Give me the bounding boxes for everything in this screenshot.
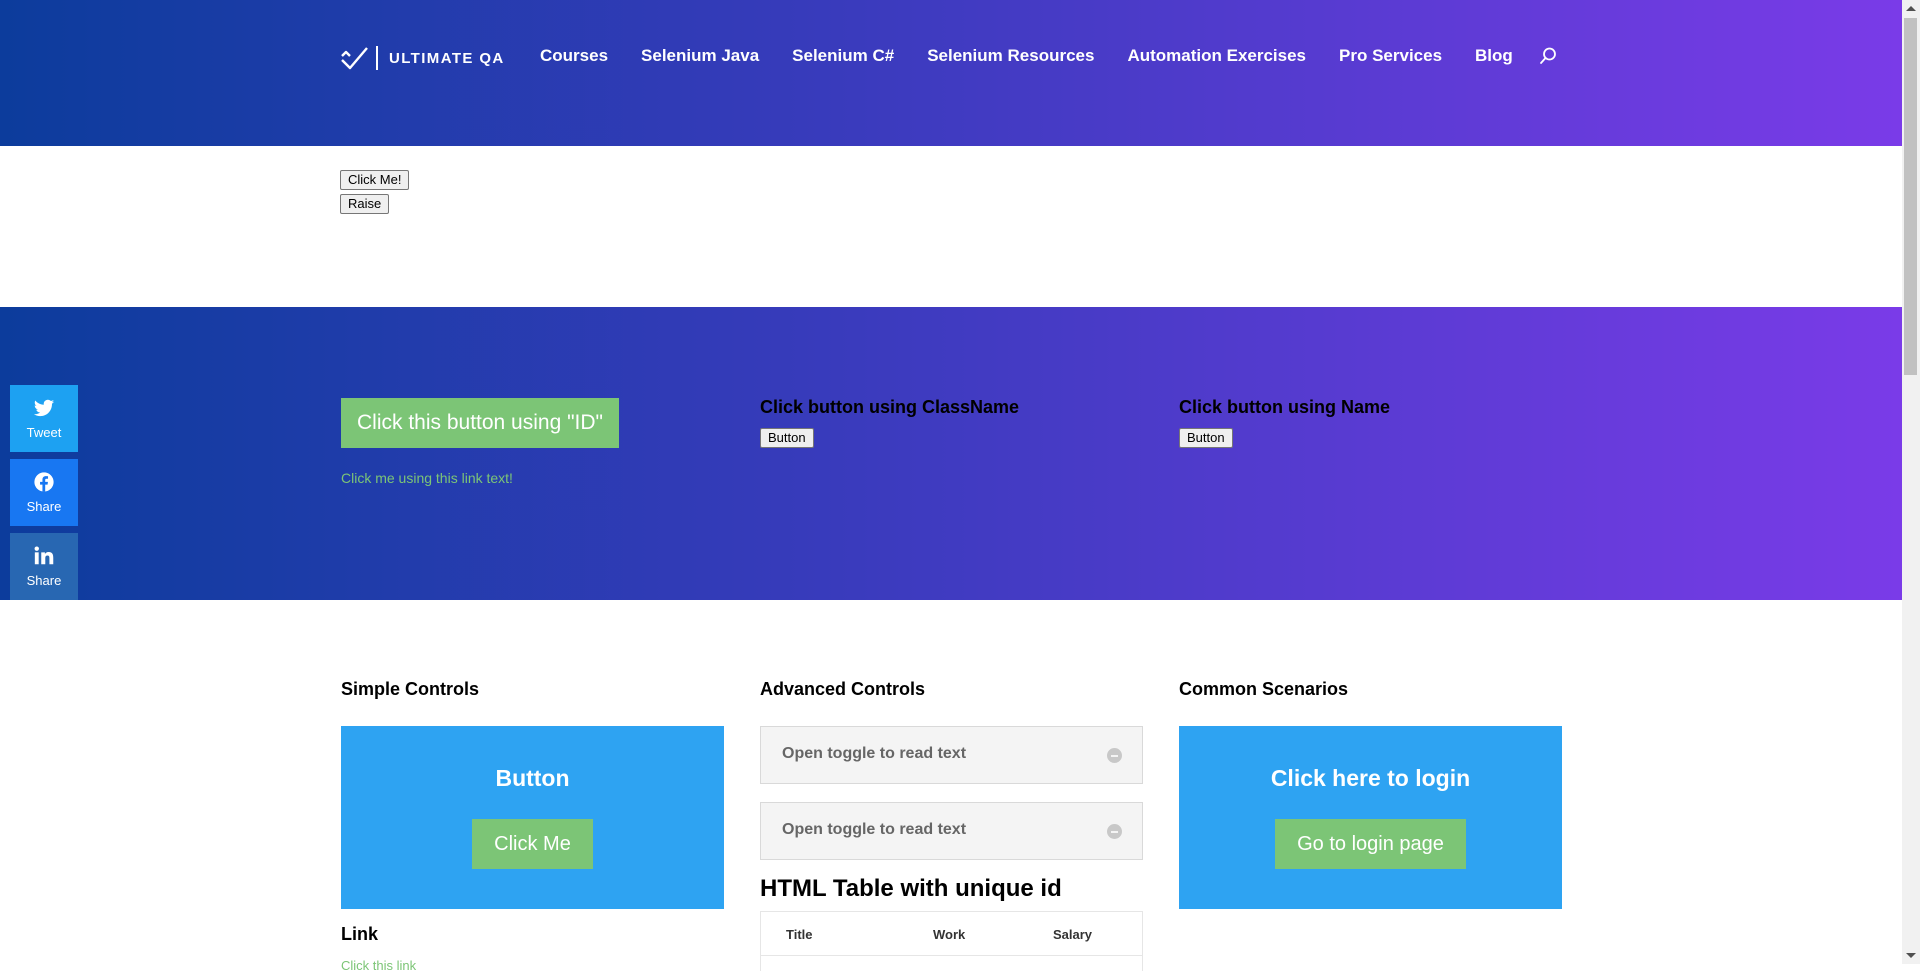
tweet-share-button[interactable]: Tweet — [10, 385, 78, 452]
facebook-share-button[interactable]: Share — [10, 459, 78, 526]
nav-pro-services[interactable]: Pro Services — [1339, 46, 1442, 66]
twitter-icon — [33, 399, 55, 417]
nav-blog[interactable]: Blog — [1475, 46, 1513, 66]
table-heading: HTML Table with unique id — [760, 875, 1062, 902]
page-scrollbar[interactable] — [1902, 0, 1920, 964]
link-heading: Link — [341, 924, 379, 944]
button-examples-section — [0, 307, 1902, 600]
simple-controls-title: Simple Controls — [341, 679, 480, 699]
toggle-label: Open toggle to read text — [782, 821, 967, 838]
button-card-title: Button — [495, 765, 570, 791]
table-header-salary: Salary — [1053, 927, 1093, 942]
toggle-label: Open toggle to read text — [782, 745, 967, 762]
share-label: Share — [26, 499, 62, 514]
scroll-down-arrow-icon[interactable] — [1906, 953, 1916, 958]
html-table: Title Work Salary — [760, 911, 1143, 971]
go-to-login-button[interactable]: Go to login page — [1275, 819, 1466, 869]
button-card: Button Click Me — [341, 726, 724, 909]
id-button[interactable]: Click this button using "ID" — [341, 398, 619, 448]
linkedin-share-button[interactable]: Share — [10, 533, 78, 600]
name-button[interactable]: Button — [1179, 428, 1233, 448]
click-this-link[interactable]: Click this link — [341, 958, 416, 973]
toggle-minus-icon — [1107, 824, 1122, 839]
site-header: ULTIMATE QA Courses Selenium Java Seleni… — [0, 0, 1902, 146]
facebook-icon — [34, 472, 54, 492]
nav-courses[interactable]: Courses — [540, 46, 608, 66]
advanced-controls-title: Advanced Controls — [760, 679, 926, 699]
nav-selenium-resources[interactable]: Selenium Resources — [927, 46, 1094, 66]
share-label: Tweet — [26, 425, 62, 440]
table-header-title: Title — [786, 927, 813, 942]
logo-text: ULTIMATE QA — [389, 49, 505, 67]
table-divider — [761, 955, 1142, 956]
common-scenarios-title: Common Scenarios — [1179, 679, 1349, 699]
raise-button[interactable]: Raise — [340, 194, 390, 214]
click-me-green-button[interactable]: Click Me — [472, 819, 593, 869]
link-text-link[interactable]: Click me using this link text! — [341, 470, 513, 486]
scroll-up-arrow-icon[interactable] — [1906, 6, 1916, 11]
click-me-button[interactable]: Click Me! — [340, 170, 410, 190]
search-icon[interactable] — [1538, 46, 1558, 66]
toggle-1[interactable]: Open toggle to read text — [760, 726, 1143, 784]
checkmark-logo-icon — [341, 47, 368, 70]
classname-heading: Click button using ClassName — [760, 397, 1020, 417]
toggle-2[interactable]: Open toggle to read text — [760, 802, 1143, 860]
nav-selenium-csharp[interactable]: Selenium C# — [792, 46, 894, 66]
login-card-title: Click here to login — [1270, 765, 1471, 791]
logo-divider — [376, 46, 378, 70]
login-card: Click here to login Go to login page — [1179, 726, 1562, 909]
nav-automation-exercises[interactable]: Automation Exercises — [1127, 46, 1306, 66]
toggle-minus-icon — [1107, 748, 1122, 763]
nav-selenium-java[interactable]: Selenium Java — [641, 46, 759, 66]
main-nav: Courses Selenium Java Selenium C# Seleni… — [540, 46, 1558, 66]
classname-button[interactable]: Button — [760, 428, 814, 448]
linkedin-icon — [34, 546, 54, 565]
table-header-work: Work — [933, 927, 966, 942]
scrollbar-thumb[interactable] — [1904, 18, 1917, 375]
site-logo[interactable]: ULTIMATE QA — [340, 44, 505, 72]
share-label: Share — [26, 573, 62, 588]
name-heading: Click button using Name — [1179, 397, 1391, 417]
